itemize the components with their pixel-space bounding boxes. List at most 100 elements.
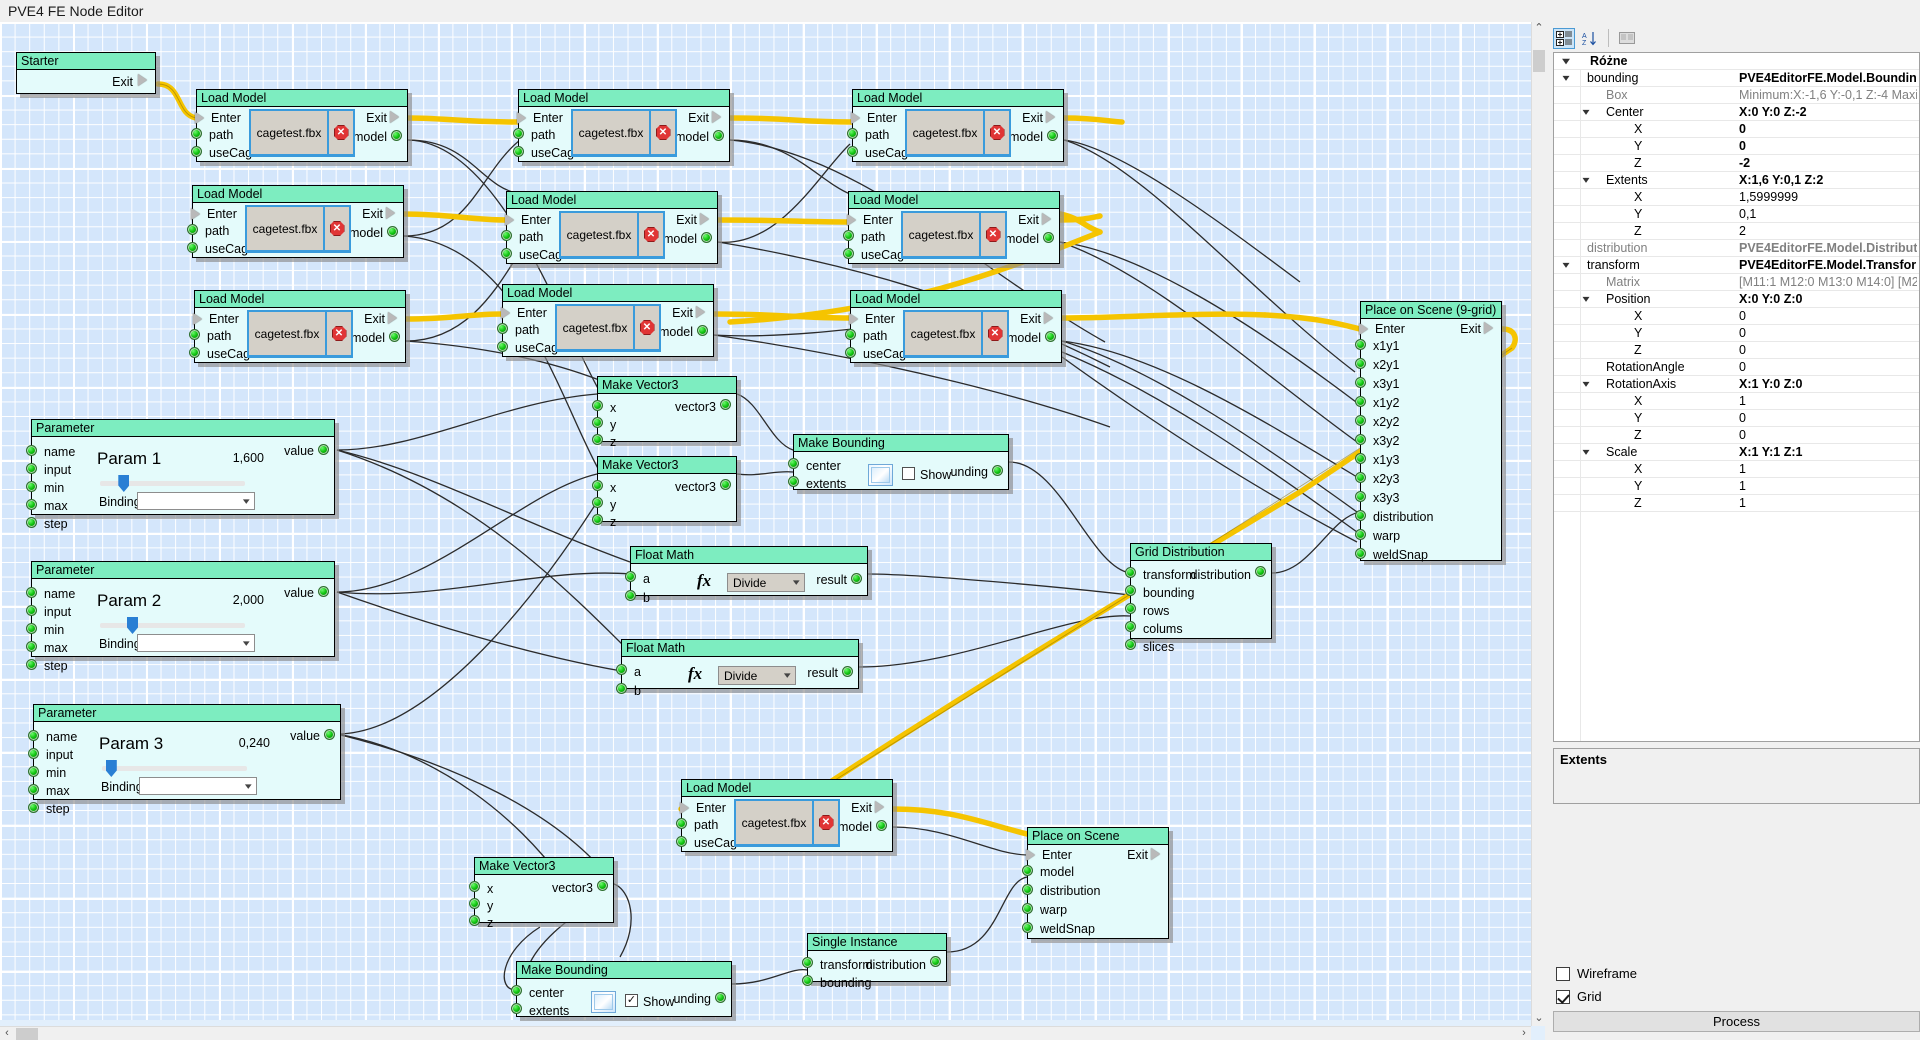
- input-port-transform[interactable]: [1125, 567, 1136, 578]
- property-row[interactable]: Z-2: [1554, 155, 1919, 172]
- error-octagon-icon[interactable]: ✕: [651, 109, 677, 157]
- input-port-min[interactable]: [28, 766, 39, 777]
- output-port-model[interactable]: [1043, 232, 1054, 243]
- input-port-max[interactable]: [28, 784, 39, 795]
- property-value[interactable]: X:1 Y:1 Z:1: [1739, 444, 1917, 461]
- property-value[interactable]: 0: [1739, 359, 1917, 376]
- property-row[interactable]: ▾CenterX:0 Y:0 Z:-2: [1554, 104, 1919, 121]
- property-value[interactable]: 0: [1739, 138, 1917, 155]
- property-value[interactable]: Minimum:X:-1,6 Y:-0,1 Z:-4 Maximum:X:1: [1739, 87, 1917, 104]
- property-row[interactable]: ▾Różne: [1554, 53, 1919, 70]
- input-port-z[interactable]: [592, 514, 603, 525]
- property-row[interactable]: Z0: [1554, 427, 1919, 444]
- input-port-weldSnap[interactable]: [1022, 922, 1033, 933]
- file-path-field[interactable]: cagetest.fbx: [245, 205, 325, 253]
- input-port-name[interactable]: [26, 445, 37, 456]
- scroll-down-icon[interactable]: ⌄: [1532, 1012, 1545, 1026]
- input-port-y[interactable]: [469, 898, 480, 909]
- chevron-down-icon[interactable]: ▾: [1578, 376, 1595, 393]
- output-port-model[interactable]: [1047, 130, 1058, 141]
- operation-dropdown[interactable]: Divide▾: [718, 666, 796, 685]
- node-fm2[interactable]: Float MathabfxDivide▾result: [621, 639, 859, 689]
- property-row[interactable]: X0: [1554, 308, 1919, 325]
- node-lm10[interactable]: Load ModelEnterExitpathuseCagmodelcagete…: [681, 779, 893, 852]
- property-pages-icon[interactable]: [1616, 28, 1638, 49]
- property-value[interactable]: 0: [1739, 342, 1917, 359]
- output-port-model[interactable]: [391, 130, 402, 141]
- canvas-vertical-scrollbar[interactable]: ⌃ ⌄: [1531, 22, 1545, 1026]
- property-value[interactable]: PVE4EditorFE.Model.Transform: [1739, 257, 1917, 274]
- input-port-a[interactable]: [625, 571, 636, 582]
- input-port-x3y2[interactable]: [1355, 434, 1366, 445]
- hscroll-thumb[interactable]: [16, 1028, 38, 1040]
- input-port-path[interactable]: [497, 323, 508, 334]
- input-port-warp[interactable]: [1022, 903, 1033, 914]
- property-value[interactable]: 0,1: [1739, 206, 1917, 223]
- property-row[interactable]: BoxMinimum:X:-1,6 Y:-0,1 Z:-4 Maximum:X:…: [1554, 87, 1919, 104]
- input-port-weldSnap[interactable]: [1355, 548, 1366, 559]
- operation-dropdown[interactable]: Divide▾: [727, 573, 805, 592]
- property-row[interactable]: ▾RotationAxisX:1 Y:0 Z:0: [1554, 376, 1919, 393]
- parameter-slider[interactable]: [100, 623, 245, 628]
- wireframe-checkbox[interactable]: [1556, 967, 1570, 981]
- output-port-value[interactable]: [318, 444, 329, 455]
- node-p3[interactable]: ParameternameinputminmaxstepParam 30,240…: [33, 704, 341, 800]
- property-row[interactable]: Matrix[M11:1 M12:0 M13:0 M14:0] [M21:0 M…: [1554, 274, 1919, 291]
- node-lm6[interactable]: Load ModelEnterExitpathuseCagmodelcagete…: [848, 191, 1060, 264]
- input-port-bounding[interactable]: [802, 975, 813, 986]
- exec-out-icon[interactable]: [390, 111, 399, 123]
- node-starter[interactable]: StarterExit: [16, 52, 156, 94]
- output-port-result[interactable]: [842, 666, 853, 677]
- property-grid[interactable]: ▾Różne▾boundingPVE4EditorFE.Model.Boundi…: [1553, 52, 1920, 742]
- node-lm3[interactable]: Load ModelEnterExitpathuseCagmodelcagete…: [852, 89, 1064, 162]
- node-mv2[interactable]: Make Vector3xyzvector3: [597, 456, 737, 522]
- file-path-field[interactable]: cagetest.fbx: [247, 310, 327, 358]
- show-checkbox[interactable]: [902, 467, 915, 480]
- exec-out-icon[interactable]: [138, 74, 147, 86]
- input-port-step[interactable]: [26, 517, 37, 528]
- output-port-bounding[interactable]: [992, 465, 1003, 476]
- node-p2[interactable]: ParameternameinputminmaxstepParam 22,000…: [31, 561, 335, 657]
- file-path-field[interactable]: cagetest.fbx: [734, 799, 814, 847]
- property-value[interactable]: 1: [1739, 393, 1917, 410]
- input-port-useCag[interactable]: [845, 347, 856, 358]
- output-port-model[interactable]: [387, 226, 398, 237]
- property-value[interactable]: 0: [1739, 325, 1917, 342]
- property-value[interactable]: X:0 Y:0 Z:-2: [1739, 104, 1917, 121]
- output-port-model[interactable]: [1045, 331, 1056, 342]
- output-port-vector3[interactable]: [720, 479, 731, 490]
- file-path-field[interactable]: cagetest.fbx: [559, 211, 639, 259]
- node-mb2[interactable]: Make Boundingcenterextentsunding✓Show: [516, 961, 732, 1017]
- node-mv3[interactable]: Make Vector3xyzvector3: [474, 857, 614, 923]
- node-si1[interactable]: Single Instancetransformboundingdistribu…: [807, 933, 947, 982]
- property-row[interactable]: Z0: [1554, 342, 1919, 359]
- input-port-center[interactable]: [511, 985, 522, 996]
- exec-in-icon[interactable]: [191, 208, 200, 220]
- input-port-max[interactable]: [26, 499, 37, 510]
- error-octagon-icon[interactable]: ✕: [985, 109, 1011, 157]
- binding-dropdown[interactable]: ▾: [137, 492, 255, 510]
- property-row[interactable]: X0: [1554, 121, 1919, 138]
- input-port-transform[interactable]: [802, 957, 813, 968]
- property-row[interactable]: ▾ScaleX:1 Y:1 Z:1: [1554, 444, 1919, 461]
- output-port-vector3[interactable]: [720, 399, 731, 410]
- property-row[interactable]: distributionPVE4EditorFE.Model.Distribut…: [1554, 240, 1919, 257]
- output-port-result[interactable]: [851, 573, 862, 584]
- property-value[interactable]: PVE4EditorFE.Model.Bounding: [1739, 70, 1917, 87]
- exec-out-icon[interactable]: [1044, 312, 1053, 324]
- output-port-value[interactable]: [318, 586, 329, 597]
- exec-out-icon[interactable]: [696, 306, 705, 318]
- input-port-useCag[interactable]: [843, 248, 854, 259]
- input-port-x2y2[interactable]: [1355, 415, 1366, 426]
- exec-in-icon[interactable]: [847, 214, 856, 226]
- input-port-x3y1[interactable]: [1355, 377, 1366, 388]
- error-octagon-icon[interactable]: ✕: [814, 799, 840, 847]
- input-port-x1y2[interactable]: [1355, 396, 1366, 407]
- parameter-slider-thumb[interactable]: [106, 760, 117, 777]
- exec-out-icon[interactable]: [712, 111, 721, 123]
- exec-in-icon[interactable]: [501, 307, 510, 319]
- property-value[interactable]: X:0 Y:0 Z:0: [1739, 291, 1917, 308]
- exec-in-icon[interactable]: [195, 112, 204, 124]
- vscroll-thumb[interactable]: [1533, 50, 1545, 72]
- input-port-input[interactable]: [28, 748, 39, 759]
